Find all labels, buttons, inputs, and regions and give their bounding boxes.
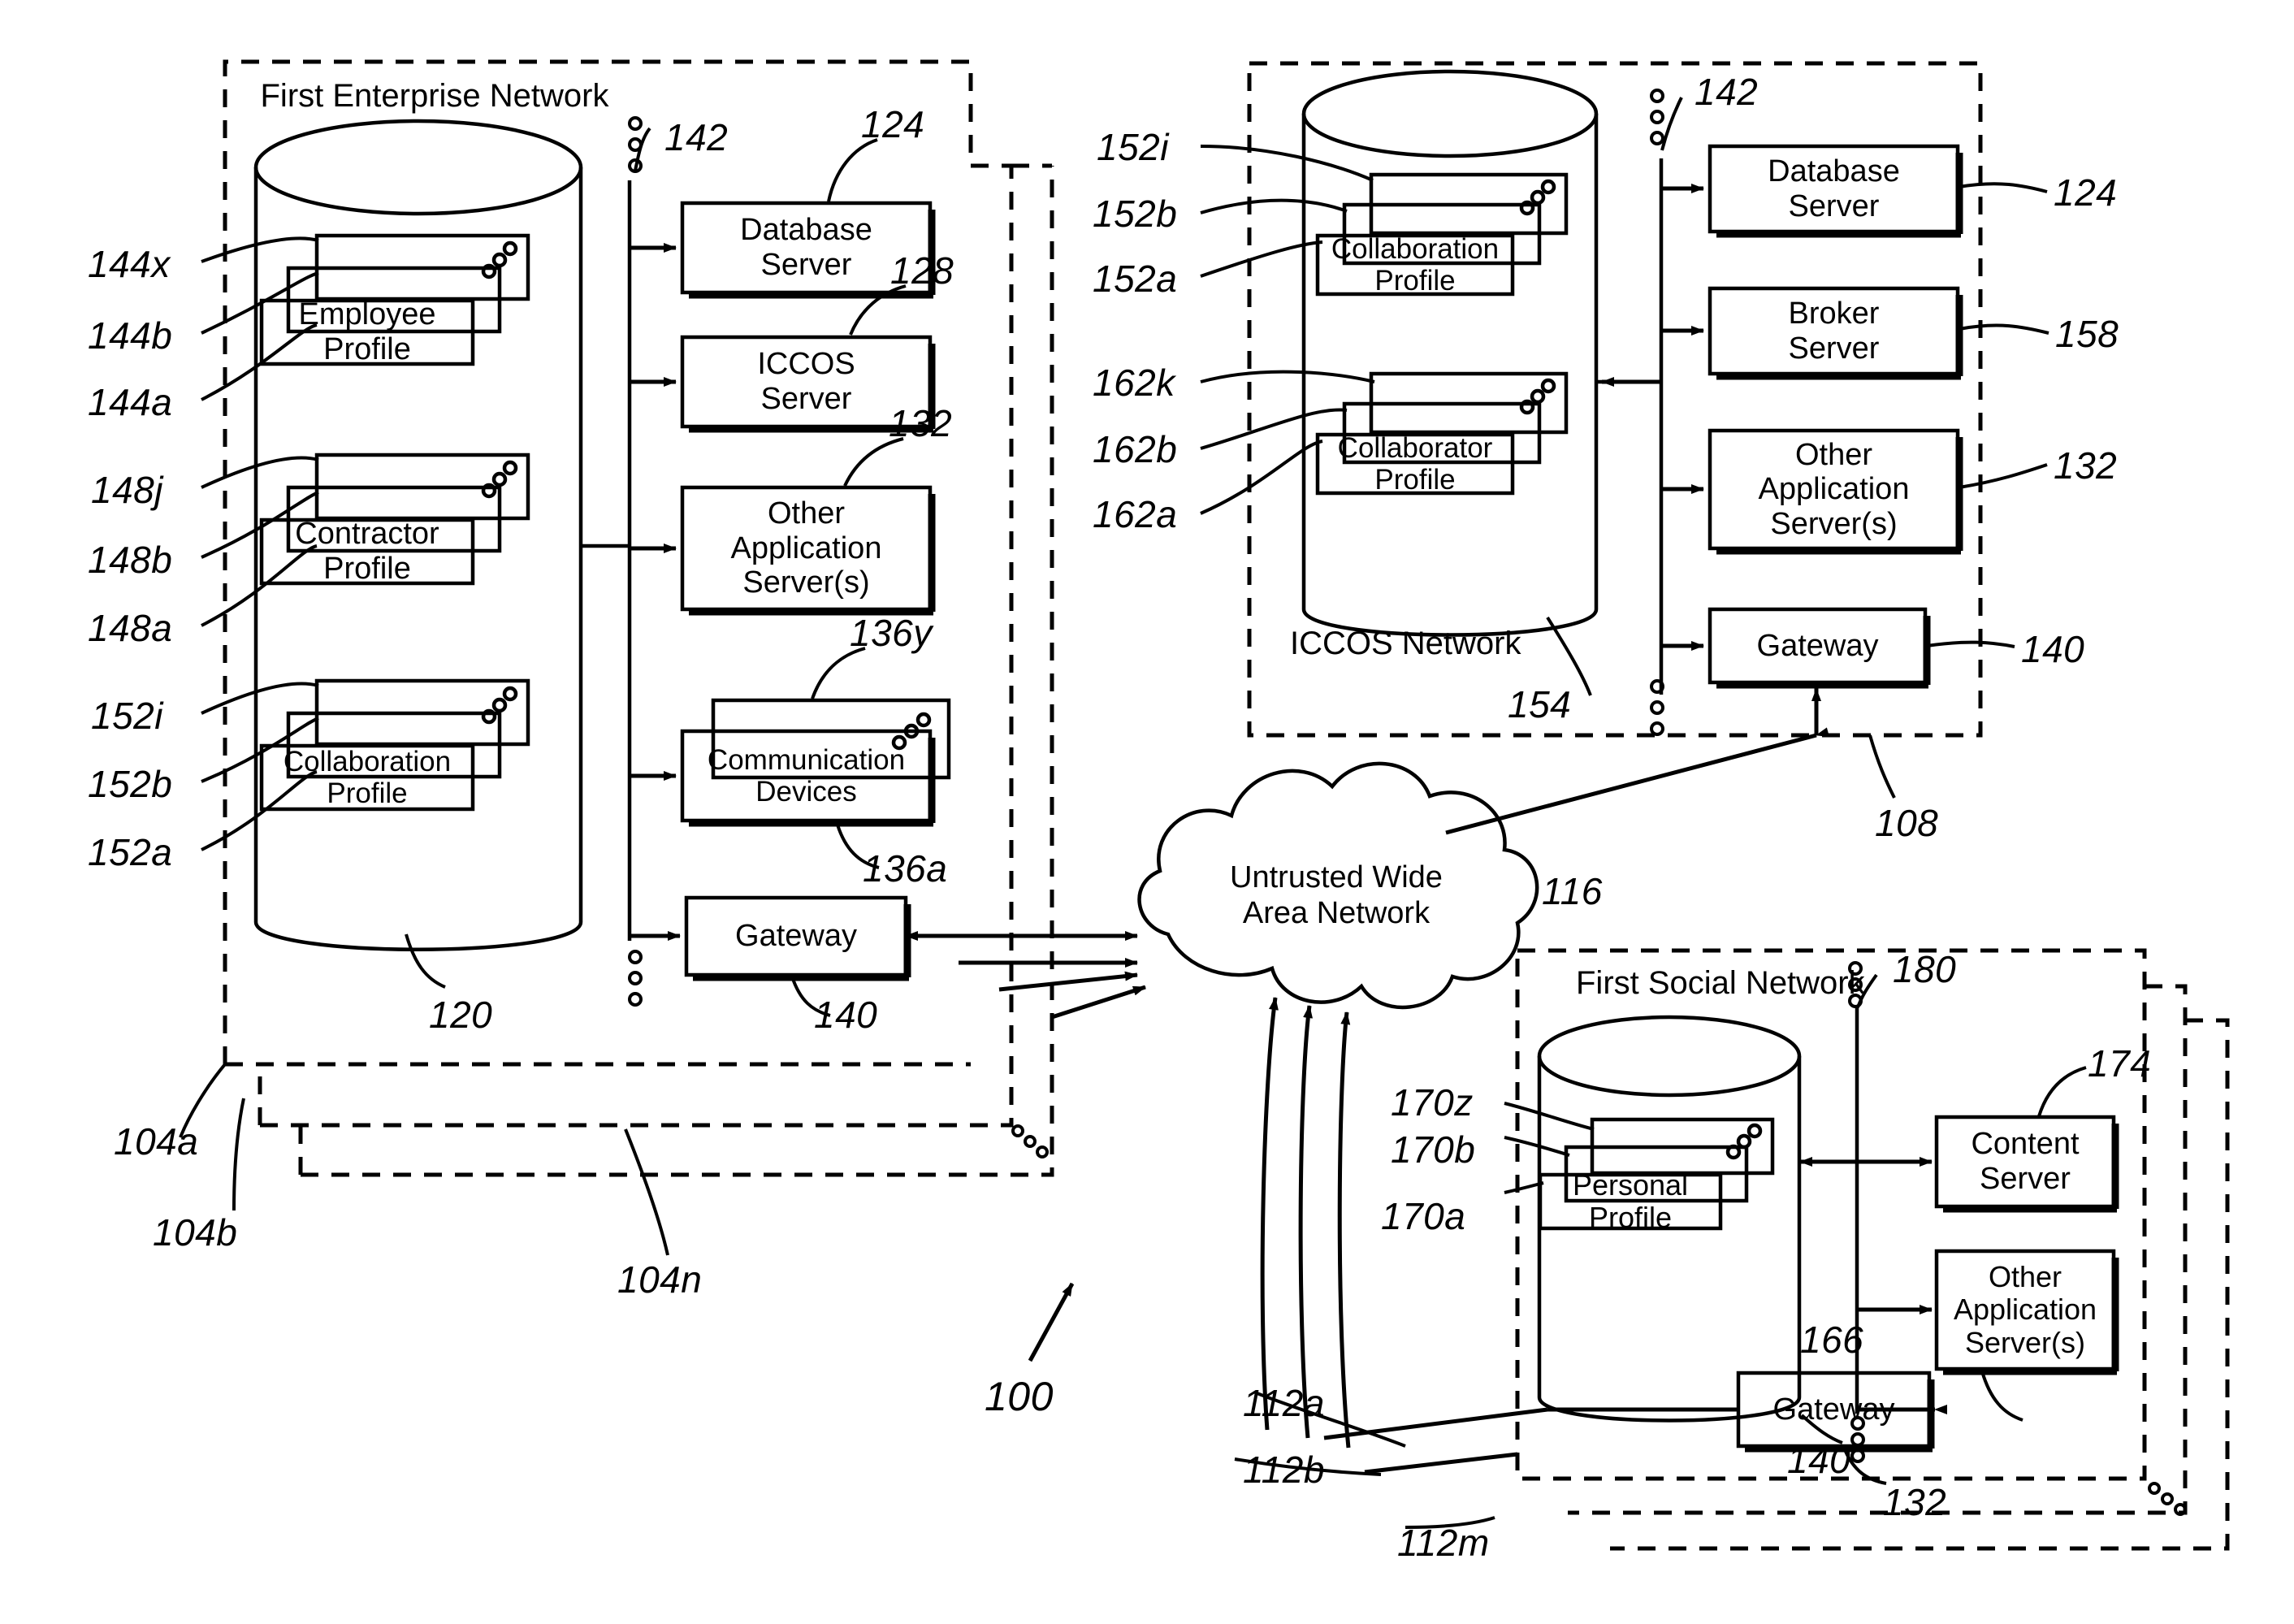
diagram-vector-layer xyxy=(179,59,2230,1551)
ref-162b: 162b xyxy=(1093,428,1178,470)
ref-142-enterprise: 142 xyxy=(664,116,729,158)
iccos-server-leaders xyxy=(1926,182,2049,648)
profile-employee-label: Employee Profile xyxy=(298,297,436,366)
ref-144a: 144a xyxy=(88,381,173,423)
ref-170a: 170a xyxy=(1381,1195,1466,1237)
ref-154: 154 xyxy=(1508,683,1572,725)
leader-142-iccos xyxy=(1660,97,1683,151)
enterprise-bus-arrows xyxy=(630,243,681,941)
ref-152a-iccos: 152a xyxy=(1093,258,1178,300)
ref-112m: 112m xyxy=(1397,1522,1490,1564)
enterprise-network-title: First Enterprise Network xyxy=(260,78,609,114)
ref-104n: 104n xyxy=(617,1258,703,1301)
iccos-bus-dots-bottom xyxy=(1650,679,1664,736)
ref-116: 116 xyxy=(1542,870,1603,912)
enterprise-other-app-server-label: Other Application Server(s) xyxy=(730,496,882,600)
ref-152b-enterprise: 152b xyxy=(88,763,173,805)
enterprise-bottom-leaders xyxy=(179,933,669,1256)
iccos-bus-arrows xyxy=(1661,184,1704,651)
ref-112b: 112b xyxy=(1243,1449,1325,1491)
ref-170z: 170z xyxy=(1391,1081,1474,1124)
iccos-other-app-server-label: Other Application Server(s) xyxy=(1758,437,1910,541)
ref-120: 120 xyxy=(429,994,493,1036)
social-continuation-dots xyxy=(2148,1482,2187,1516)
ref-104a: 104a xyxy=(114,1120,199,1163)
ref-152a-enterprise: 152a xyxy=(88,831,173,873)
ref-152i-iccos: 152i xyxy=(1097,126,1169,168)
social-other-app-server-label: Other Application Server(s) xyxy=(1953,1260,2097,1359)
iccos-bus-dots-top xyxy=(1650,89,1664,145)
ref-162a: 162a xyxy=(1093,493,1178,535)
ref-148a: 148a xyxy=(88,607,173,649)
ref-144b: 144b xyxy=(88,314,173,357)
enterprise-bus-dots-bottom xyxy=(628,950,643,1007)
iccos-database-server-label: Database Server xyxy=(1768,154,1900,223)
ref-100: 100 xyxy=(985,1374,1054,1419)
ref-108: 108 xyxy=(1875,802,1939,844)
wan-cloud-label: Untrusted Wide Area Network xyxy=(1230,860,1443,931)
ref-174: 174 xyxy=(2088,1042,2152,1085)
iccos-broker-server-label: Broker Server xyxy=(1788,296,1880,366)
ref-104b: 104b xyxy=(153,1211,238,1254)
social-profile-personal-label: Personal Profile xyxy=(1572,1167,1689,1234)
ref-152b-iccos: 152b xyxy=(1093,193,1178,235)
ref-112a: 112a xyxy=(1243,1382,1325,1424)
iccos-database-cylinder xyxy=(1301,69,1599,637)
ref-180: 180 xyxy=(1893,948,1957,990)
ref-124-enterprise: 124 xyxy=(861,103,925,145)
enterprise-continuation-dots xyxy=(1011,1124,1049,1158)
social-dashed-boundaries xyxy=(1515,948,2230,1551)
ref-162k: 162k xyxy=(1093,362,1175,404)
ref-148b: 148b xyxy=(88,539,173,581)
ref-170b: 170b xyxy=(1391,1128,1476,1171)
profile-contractor-label: Contractor Profile xyxy=(295,517,439,586)
ref-152i-enterprise: 152i xyxy=(91,695,163,737)
ref-136y: 136y xyxy=(850,612,933,654)
social-content-server-label: Content Server xyxy=(1971,1127,2080,1196)
ref-148j: 148j xyxy=(91,469,163,511)
ref-140-enterprise: 140 xyxy=(814,994,878,1036)
enterprise-communication-devices-label: Communication Devices xyxy=(707,743,906,808)
iccos-profile-collaboration-label: Collaboration Profile xyxy=(1331,232,1500,297)
ref-136a: 136a xyxy=(863,847,948,890)
social-gw-out3 xyxy=(1364,1452,1518,1475)
ref-128: 128 xyxy=(890,249,954,292)
patent-figure: First Enterprise Network Employee Profil… xyxy=(0,0,2294,1624)
ref-166: 166 xyxy=(1800,1319,1864,1361)
iccos-box-shadows xyxy=(1716,153,1963,689)
profile-collaboration-label: Collaboration Profile xyxy=(283,745,452,809)
iccos-network-title: ICCOS Network xyxy=(1290,626,1521,661)
ref-132-iccos: 132 xyxy=(2054,444,2118,487)
social-gateway-label: Gateway xyxy=(1772,1392,1895,1427)
ref-144x: 144x xyxy=(88,243,171,285)
ref-132-social: 132 xyxy=(1883,1481,1947,1523)
enterprise-gateway-label: Gateway xyxy=(735,919,857,954)
iccos-profile-collaborator-label: Collaborator Profile xyxy=(1337,431,1493,496)
ref-124-iccos: 124 xyxy=(2054,171,2118,214)
social-to-cloud-arrows xyxy=(1260,997,1351,1449)
ref-142-iccos: 142 xyxy=(1695,71,1759,113)
figure-100-arrow xyxy=(1028,1282,1075,1362)
ref-158: 158 xyxy=(2055,313,2119,355)
social-gw-out2 xyxy=(1323,1407,1548,1440)
ref-140-iccos: 140 xyxy=(2021,628,2085,670)
ref-132-enterprise: 132 xyxy=(889,402,953,444)
social-network-title: First Social Network xyxy=(1576,965,1865,1001)
ref-140-social: 140 xyxy=(1787,1439,1851,1481)
iccos-gateway-label: Gateway xyxy=(1756,628,1879,663)
iccos-to-cloud-line xyxy=(1445,727,1830,835)
